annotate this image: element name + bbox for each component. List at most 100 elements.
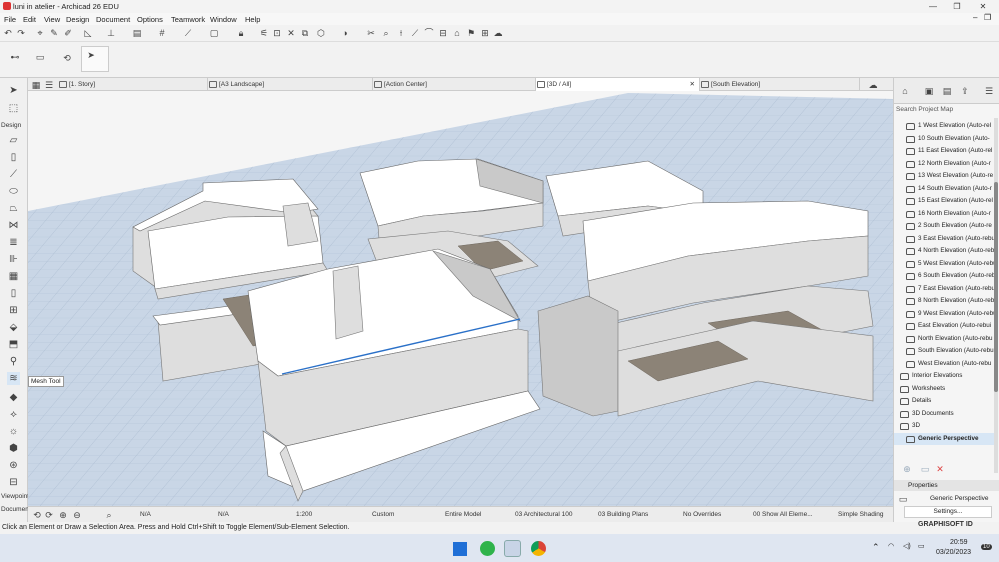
ruler-icon[interactable]: ⚟	[259, 28, 269, 38]
lamp-tool-icon[interactable]: ⚲	[7, 355, 20, 368]
maximize-button[interactable]: ❐	[946, 0, 968, 13]
project-map-item[interactable]: 5 West Elevation (Auto-rebu	[894, 258, 994, 271]
whatsapp-icon[interactable]	[480, 541, 495, 556]
fit-window-icon[interactable]: ⌕	[104, 510, 114, 520]
roof-tool-icon[interactable]: ⏢	[7, 202, 20, 215]
arrow-tool-icon[interactable]: ➤	[7, 84, 20, 97]
adjust-icon[interactable]: ⟋	[410, 28, 420, 38]
publisher-icon[interactable]: ⇪	[960, 86, 970, 96]
tab-action-center[interactable]: [Action Center]	[373, 78, 536, 91]
structure-value[interactable]: 03 Building Plans	[598, 511, 648, 518]
tray-chevron-icon[interactable]: ⌃	[872, 542, 880, 553]
column-tool-icon[interactable]: ▯	[7, 151, 20, 164]
beam-tool-icon[interactable]: ⟋	[7, 168, 20, 181]
offset-icon[interactable]: ⊟	[438, 28, 448, 38]
redo-icon[interactable]: ↷	[16, 28, 26, 38]
project-map-item[interactable]: 6 South Elevation (Auto-reb	[894, 270, 994, 283]
railing-tool-icon[interactable]: ⊪	[7, 253, 20, 266]
project-map-item[interactable]: South Elevation (Auto-rebu	[894, 345, 994, 358]
pet-palette-icon[interactable]: ⌖	[35, 28, 45, 38]
split-icon[interactable]: ⟊	[396, 28, 406, 38]
inject-icon[interactable]: ✐	[63, 28, 73, 38]
lock-icon[interactable]: 🔒︎	[236, 28, 246, 38]
properties-header[interactable]: Properties	[894, 480, 999, 491]
snap-guides-icon[interactable]: ⊥	[106, 28, 116, 38]
explode-icon[interactable]: ✕	[286, 28, 296, 38]
menu-design[interactable]: Design	[66, 15, 89, 24]
group-icon[interactable]: ▢	[209, 28, 219, 38]
pen-set-value[interactable]: Custom	[372, 511, 394, 518]
grid-icon[interactable]: #	[157, 28, 167, 38]
project-map-item[interactable]: 1 West Elevation (Auto-rel	[894, 120, 994, 133]
project-map-item[interactable]: 8 North Elevation (Auto-reb	[894, 295, 994, 308]
project-map-item[interactable]: Interior Elevations	[894, 370, 994, 383]
windows-start-icon[interactable]	[453, 542, 467, 556]
project-map-item[interactable]: 3D	[894, 420, 994, 433]
project-map-item[interactable]: 16 North Elevation (Auto-r	[894, 208, 994, 221]
zone-tool-icon[interactable]: ⬒	[7, 338, 20, 351]
view-settings-icon[interactable]: ▭	[920, 464, 930, 474]
menu-help[interactable]: Help	[245, 15, 260, 24]
sun-tool-icon[interactable]: ☼	[7, 425, 20, 438]
3d-style-icon[interactable]: ◑	[340, 28, 350, 38]
shell-tool-icon[interactable]: ⋈	[7, 219, 20, 232]
clock-time[interactable]: 20:59	[950, 539, 968, 546]
clock-date[interactable]: 03/20/2023	[936, 549, 971, 556]
tab-overview-icon[interactable]: ▦	[31, 80, 41, 90]
geometry-method-icon[interactable]: ▭	[35, 52, 45, 62]
project-map-item[interactable]: 15 East Elevation (Auto-rel	[894, 195, 994, 208]
project-map-item[interactable]: 2 South Elevation (Auto-re	[894, 220, 994, 233]
fillet-icon[interactable]: ⌒	[424, 28, 434, 38]
chrome-icon[interactable]	[531, 541, 546, 556]
minimize-button[interactable]: —	[922, 0, 944, 13]
section-marker-icon[interactable]: ⊡	[272, 28, 282, 38]
window-tool-icon[interactable]: ⊞	[7, 304, 20, 317]
menu-document[interactable]: Document	[96, 15, 130, 24]
scrollbar-thumb[interactable]	[994, 182, 998, 392]
scale-value[interactable]: 1:200	[296, 511, 312, 518]
shading-value[interactable]: Simple Shading	[838, 511, 884, 518]
close-button[interactable]: ✕	[972, 0, 994, 13]
pointer-selector[interactable]: ➤	[81, 46, 109, 72]
measure-icon[interactable]: ⟋	[183, 28, 193, 38]
roof-icon[interactable]: ⌂	[452, 28, 462, 38]
menu-file[interactable]: File	[4, 15, 16, 24]
teamwork-icon[interactable]: ☁	[493, 28, 503, 38]
tab-south-elevation[interactable]: [South Elevation]	[700, 78, 860, 91]
3d-viewport[interactable]	[28, 91, 893, 506]
object-tool-icon[interactable]: ⬙	[7, 321, 20, 334]
publish-icon[interactable]: ⊞	[480, 28, 490, 38]
redo-view-icon[interactable]: ⟳	[44, 510, 54, 520]
morph-tool-icon[interactable]: ◆	[7, 391, 20, 404]
trim-icon[interactable]: ⧉	[300, 28, 310, 38]
menu-teamwork[interactable]: Teamwork	[171, 15, 205, 24]
settings-button[interactable]: Settings...	[904, 506, 992, 518]
model-view-value[interactable]: Entire Model	[445, 511, 482, 518]
doc-minimize-icon[interactable]: –	[973, 13, 977, 22]
menu-edit[interactable]: Edit	[23, 15, 36, 24]
door-tool-icon[interactable]: ▯	[7, 287, 20, 300]
project-map-item[interactable]: 7 East Elevation (Auto-rebu	[894, 283, 994, 296]
undo-icon[interactable]: ↶	[3, 28, 13, 38]
tab-list-icon[interactable]: ☰	[44, 80, 54, 90]
battery-icon[interactable]: ▭	[918, 542, 925, 550]
project-map-item[interactable]: 12 North Elevation (Auto-r	[894, 158, 994, 171]
wall-tool-icon[interactable]: ▱	[7, 134, 20, 147]
view-map-icon[interactable]: ▣	[924, 86, 934, 96]
project-map-item[interactable]: Worksheets	[894, 383, 994, 396]
floor-plan-cut-icon[interactable]: ⊷	[10, 52, 20, 62]
radial-tool-icon[interactable]: ⊛	[7, 459, 20, 472]
scissors-icon[interactable]: ✂	[366, 28, 376, 38]
project-map-item[interactable]: 3 East Elevation (Auto-rebu	[894, 233, 994, 246]
zoom-out-icon[interactable]: ⊖	[72, 510, 82, 520]
skylight-tool-icon[interactable]: ⟡	[7, 408, 20, 421]
tab-3d-all[interactable]: [3D / All] ✕	[536, 78, 700, 91]
add-view-icon[interactable]: ⊕	[902, 464, 912, 474]
volume-icon[interactable]: ◁)	[903, 542, 911, 550]
slab-tool-icon[interactable]: ⬭	[7, 185, 20, 198]
curtain-wall-tool-icon[interactable]: ▦	[7, 270, 20, 283]
renovation-filter-value[interactable]: 00 Show All Eleme...	[753, 511, 813, 518]
tab-1-story[interactable]: [1. Story]	[58, 78, 208, 91]
layout-book-icon[interactable]: ▤	[942, 86, 952, 96]
layer-combination-value[interactable]: 03 Architectural 100	[515, 511, 572, 518]
